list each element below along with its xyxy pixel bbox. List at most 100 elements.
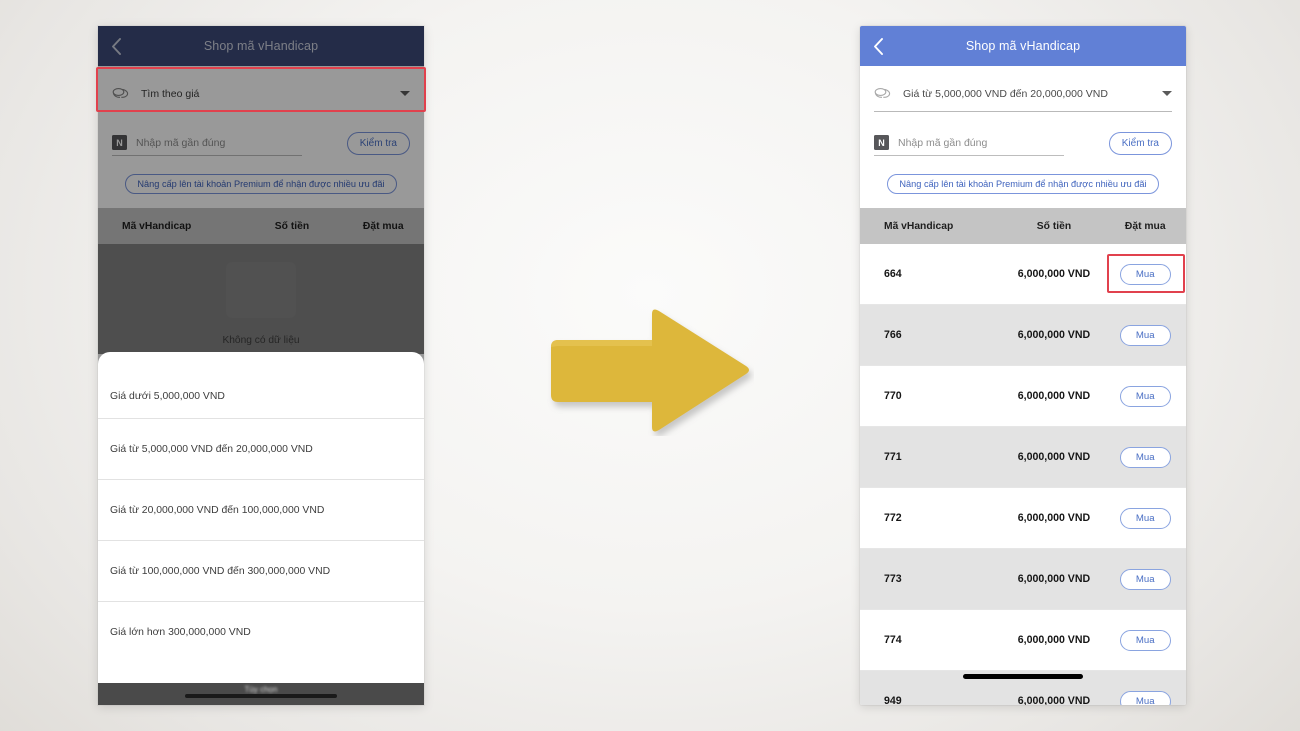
cell-code: 949 xyxy=(884,695,902,705)
n-badge-icon: N xyxy=(112,135,127,150)
cell-buy: Mua xyxy=(1104,507,1186,529)
column-header-code: Mã vHandicap xyxy=(122,220,192,232)
cell-amount: 6,000,000 VND xyxy=(1017,329,1091,341)
table-row: 771 6,000,000 VND Mua xyxy=(860,427,1186,488)
buy-button[interactable]: Mua xyxy=(1119,446,1171,468)
home-indicator[interactable] xyxy=(185,694,337,698)
buy-button[interactable]: Mua xyxy=(1119,263,1171,285)
n-badge-icon: N xyxy=(874,135,889,150)
column-header-amount: Số tiền xyxy=(1036,220,1072,232)
cell-buy: Mua xyxy=(1104,690,1186,705)
app-header-left: Shop mã vHandicap xyxy=(98,26,424,66)
cell-amount: 6,000,000 VND xyxy=(1017,268,1091,280)
table-header-right: Mã vHandicap Số tiền Đặt mua xyxy=(860,208,1186,244)
check-code-button[interactable]: Kiểm tra xyxy=(346,131,410,155)
price-filter-dropdown[interactable]: Giá từ 5,000,000 VND đến 20,000,000 VND xyxy=(874,76,1172,112)
cell-buy: Mua xyxy=(1104,629,1186,651)
chevron-left-icon xyxy=(873,37,884,55)
cell-amount: 6,000,000 VND xyxy=(1017,451,1091,463)
code-input[interactable]: N Nhập mã gần đúng xyxy=(874,130,1064,156)
buy-button[interactable]: Mua xyxy=(1119,690,1171,705)
cell-amount: 6,000,000 VND xyxy=(1017,512,1091,524)
table-row: 664 6,000,000 VND Mua xyxy=(860,244,1186,305)
list-item[interactable]: Giá lớn hơn 300,000,000 VND xyxy=(98,602,424,663)
back-button[interactable] xyxy=(860,26,896,66)
list-item-label: Giá từ 5,000,000 VND đến 20,000,000 VND xyxy=(110,443,313,455)
home-indicator[interactable] xyxy=(963,674,1083,679)
cell-buy: Mua xyxy=(1104,385,1186,407)
list-item-label: Giá từ 100,000,000 VND đến 300,000,000 V… xyxy=(110,565,331,577)
column-header-buy: Đặt mua xyxy=(362,220,404,232)
list-item[interactable]: Giá từ 20,000,000 VND đến 100,000,000 VN… xyxy=(98,480,424,541)
phone-screen-after: Shop mã vHandicap Giá từ 5,000,000 VND đ… xyxy=(860,26,1186,705)
money-stack-icon xyxy=(112,87,132,100)
page-title: Shop mã vHandicap xyxy=(965,39,1081,53)
column-header-code: Mã vHandicap xyxy=(884,220,954,232)
column-header-amount: Số tiền xyxy=(274,220,310,232)
price-filter-value: Tìm theo giá xyxy=(141,87,200,100)
empty-illustration-icon xyxy=(226,262,296,318)
cell-code: 766 xyxy=(884,329,902,341)
phone-screen-before: Shop mã vHandicap Tìm theo giá N Nhập mã… xyxy=(98,26,424,705)
empty-state: Không có dữ liệu xyxy=(98,244,424,354)
right-arrow-icon xyxy=(551,309,749,432)
price-filter-value: Giá từ 5,000,000 VND đến 20,000,000 VND xyxy=(903,87,1108,100)
money-stack-icon xyxy=(874,87,894,100)
list-item[interactable]: Giá từ 5,000,000 VND đến 20,000,000 VND xyxy=(98,419,424,480)
list-item[interactable]: Giá dưới 5,000,000 VND xyxy=(98,352,424,419)
caret-down-icon xyxy=(1162,91,1172,96)
results-table[interactable]: 664 6,000,000 VND Mua 766 6,000,000 VND Mua 77… xyxy=(860,244,1186,705)
nav-bar-label: Tùy chọn xyxy=(244,685,278,694)
table-row: 766 6,000,000 VND Mua xyxy=(860,305,1186,366)
list-item[interactable]: Giá từ 100,000,000 VND đến 300,000,000 V… xyxy=(98,541,424,602)
cell-buy: Mua xyxy=(1104,263,1186,285)
code-entry-row-right: N Nhập mã gần đúng Kiểm tra xyxy=(874,128,1172,158)
column-header-buy: Đặt mua xyxy=(1124,220,1166,232)
cell-amount: 6,000,000 VND xyxy=(1017,390,1091,402)
cell-code: 664 xyxy=(884,268,902,280)
premium-upgrade-button[interactable]: Nâng cấp lên tài khoản Premium để nhận đ… xyxy=(887,174,1159,194)
check-code-button[interactable]: Kiểm tra xyxy=(1108,131,1172,155)
price-options-sheet: Giá dưới 5,000,000 VND Giá từ 5,000,000 … xyxy=(98,352,424,705)
cell-amount: 6,000,000 VND xyxy=(1017,634,1091,646)
premium-upsell-row-right: Nâng cấp lên tài khoản Premium để nhận đ… xyxy=(874,174,1172,194)
price-filter-dropdown[interactable]: Tìm theo giá xyxy=(112,76,410,112)
list-item-label: Giá lớn hơn 300,000,000 VND xyxy=(110,627,251,638)
code-input[interactable]: N Nhập mã gần đúng xyxy=(112,130,302,156)
cell-buy: Mua xyxy=(1104,568,1186,590)
table-header-left: Mã vHandicap Số tiền Đặt mua xyxy=(98,208,424,244)
table-row: 773 6,000,000 VND Mua xyxy=(860,549,1186,610)
cell-buy: Mua xyxy=(1104,324,1186,346)
table-row: 770 6,000,000 VND Mua xyxy=(860,366,1186,427)
cell-code: 772 xyxy=(884,512,902,524)
chevron-left-icon xyxy=(111,37,122,55)
code-input-placeholder: Nhập mã gần đúng xyxy=(136,136,226,149)
cell-amount: 6,000,000 VND xyxy=(1017,695,1091,705)
cell-code: 770 xyxy=(884,390,902,402)
app-header-right: Shop mã vHandicap xyxy=(860,26,1186,66)
buy-button[interactable]: Mua xyxy=(1119,629,1171,651)
cell-buy: Mua xyxy=(1104,446,1186,468)
filter-panel-right: Giá từ 5,000,000 VND đến 20,000,000 VND … xyxy=(860,76,1186,194)
buy-button[interactable]: Mua xyxy=(1119,568,1171,590)
back-button[interactable] xyxy=(98,26,134,66)
system-nav-bar: Tùy chọn xyxy=(98,683,424,705)
premium-upgrade-button[interactable]: Nâng cấp lên tài khoản Premium để nhận đ… xyxy=(125,174,397,194)
table-row: 774 6,000,000 VND Mua xyxy=(860,610,1186,671)
list-item-label: Giá từ 20,000,000 VND đến 100,000,000 VN… xyxy=(110,504,325,516)
filter-panel-left: Tìm theo giá N Nhập mã gần đúng Kiểm tra… xyxy=(98,76,424,194)
page-title: Shop mã vHandicap xyxy=(203,39,319,53)
empty-state-label: Không có dữ liệu xyxy=(222,335,300,346)
cell-code: 774 xyxy=(884,634,902,646)
buy-button[interactable]: Mua xyxy=(1119,324,1171,346)
cell-amount: 6,000,000 VND xyxy=(1017,573,1091,585)
caret-down-icon xyxy=(400,91,410,96)
buy-button[interactable]: Mua xyxy=(1119,385,1171,407)
cell-code: 771 xyxy=(884,451,902,463)
cell-code: 773 xyxy=(884,573,902,585)
table-row: 772 6,000,000 VND Mua xyxy=(860,488,1186,549)
list-item-label: Giá dưới 5,000,000 VND xyxy=(110,391,225,402)
buy-button[interactable]: Mua xyxy=(1119,507,1171,529)
code-input-placeholder: Nhập mã gần đúng xyxy=(898,136,988,149)
code-entry-row-left: N Nhập mã gần đúng Kiểm tra xyxy=(112,128,410,158)
